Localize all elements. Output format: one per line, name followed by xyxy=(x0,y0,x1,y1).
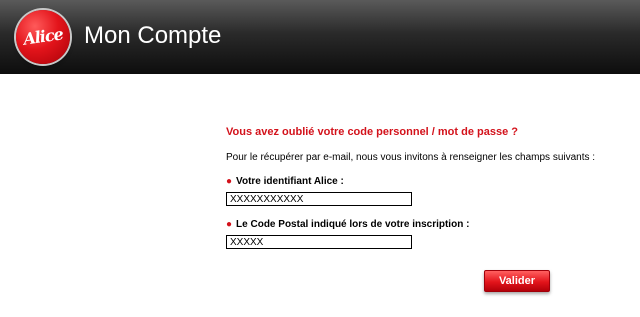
code-postal-label: ● Le Code Postal indiqué lors de votre in… xyxy=(226,219,469,230)
header-bar: Alice Mon Compte xyxy=(0,0,640,74)
form-instructions: Pour le récupérer par e-mail, nous vous … xyxy=(226,152,596,163)
identifiant-label: ● Votre identifiant Alice : xyxy=(226,176,344,187)
bullet-icon: ● xyxy=(226,219,233,230)
code-postal-label-text: Le Code Postal indiqué lors de votre ins… xyxy=(236,219,470,230)
page-title: Mon Compte xyxy=(84,22,222,49)
valider-button[interactable]: Valider xyxy=(484,270,550,292)
logo-text: Alice xyxy=(22,24,64,49)
alice-logo[interactable]: Alice xyxy=(16,10,70,64)
form-heading: Vous avez oublié votre code personnel / … xyxy=(226,126,518,138)
identifiant-label-text: Votre identifiant Alice : xyxy=(236,176,344,187)
code-postal-input[interactable] xyxy=(226,235,412,249)
bullet-icon: ● xyxy=(226,176,233,187)
identifiant-input[interactable] xyxy=(226,192,412,206)
